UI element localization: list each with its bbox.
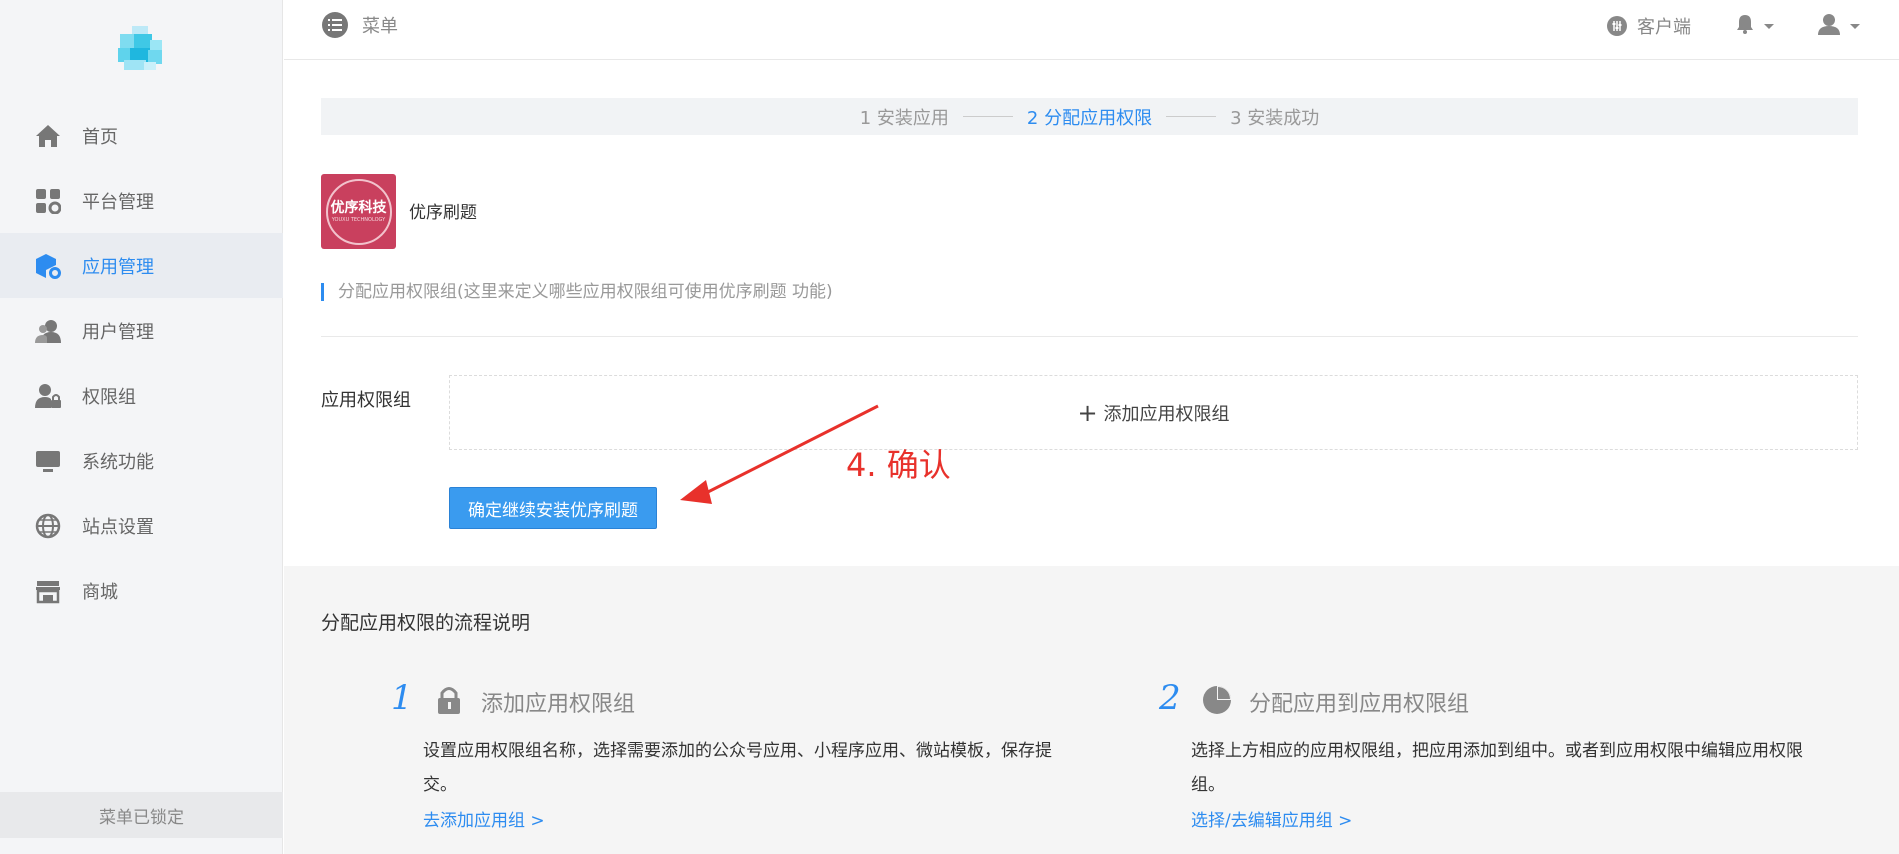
globe-icon [34, 512, 62, 540]
sidebar-item-platform[interactable]: 平台管理 [0, 168, 283, 233]
section-note: 分配应用权限组(这里来定义哪些应用权限组可使用优序刷题 功能) [321, 283, 833, 301]
sidebar-item-home[interactable]: 首页 [0, 103, 283, 168]
sidebar: 首页 平台管理 应用管理 用户管理 权限组 系统功能 站点设置 商城 菜单已锁定 [0, 0, 283, 854]
confirm-install-button[interactable]: 确定继续安装优序刷题 [449, 487, 657, 529]
bell-icon [1736, 14, 1754, 38]
flow-step-heading: 添加应用权限组 [481, 692, 636, 717]
cube-gear-icon [34, 252, 62, 280]
store-icon [34, 577, 62, 605]
list-icon [322, 12, 348, 38]
step-1: 1 安装应用 [859, 107, 949, 129]
sidebar-item-permission-groups[interactable]: 权限组 [0, 363, 283, 428]
monitor-icon [34, 447, 62, 475]
user-dropdown[interactable] [1818, 13, 1860, 39]
sidebar-item-label: 商城 [82, 581, 118, 603]
pie-chart-icon [1203, 686, 1231, 714]
app-logo-subtext: YOUXU TECHNOLOGY [331, 216, 386, 223]
app-name: 优序刷题 [409, 203, 477, 223]
permission-group-label: 应用权限组 [321, 390, 411, 411]
sidebar-item-label: 平台管理 [82, 191, 154, 213]
sidebar-item-site-settings[interactable]: 站点设置 [0, 493, 283, 558]
app-logo-ring: 优序科技 YOUXU TECHNOLOGY [325, 178, 392, 245]
annotation-label: 4. 确认 [846, 446, 951, 484]
user-avatar-icon [1818, 13, 1840, 39]
client-label: 客户端 [1637, 17, 1691, 38]
flow-step-description: 设置应用权限组名称，选择需要添加的公众号应用、小程序应用、微站模板，保存提交。 [423, 741, 1052, 795]
brand-logo[interactable] [114, 26, 174, 72]
chevron-down-icon [1850, 23, 1860, 29]
sidebar-item-system[interactable]: 系统功能 [0, 428, 283, 493]
client-link[interactable]: 客户端 [1607, 13, 1691, 39]
select-edit-group-link[interactable]: 选择/去编辑应用组 > [1191, 806, 1352, 831]
sidebar-item-apps[interactable]: 应用管理 [0, 233, 283, 298]
add-permission-group-button[interactable]: + 添加应用权限组 [449, 375, 1858, 450]
flow-step-heading: 分配应用到应用权限组 [1249, 692, 1470, 717]
add-permission-group-label: 添加应用权限组 [1103, 403, 1230, 425]
sidebar-item-label: 系统功能 [82, 451, 154, 473]
menu-label: 菜单 [362, 16, 398, 37]
step-2-current: 2 分配应用权限 [1026, 107, 1153, 129]
topbar: 菜单 客户端 [284, 0, 1899, 60]
sidebar-item-label: 首页 [82, 126, 118, 148]
flow-step-number: 1 [391, 678, 413, 718]
sidebar-nav: 首页 平台管理 应用管理 用户管理 权限组 系统功能 站点设置 商城 [0, 103, 283, 623]
divider [321, 336, 1858, 337]
menu-lock-toggle[interactable]: 菜单已锁定 [0, 792, 283, 838]
flow-step-number: 2 [1159, 678, 1181, 718]
flow-step-description: 选择上方相应的应用权限组，把应用添加到组中。或者到应用权限中编辑应用权限组。 [1191, 741, 1803, 795]
app-logo-text: 优序科技 [330, 199, 387, 216]
notifications-dropdown[interactable] [1736, 14, 1774, 38]
flow-title: 分配应用权限的流程说明 [321, 612, 531, 634]
step-divider [1166, 116, 1217, 117]
flow-section: 分配应用权限的流程说明 1 添加应用权限组 设置应用权限组名称，选择需要添加的公… [284, 566, 1899, 854]
sliders-icon [1607, 16, 1627, 36]
step-divider [962, 116, 1013, 117]
app-logo: 优序科技 YOUXU TECHNOLOGY [321, 174, 396, 249]
user-lock-icon [34, 382, 62, 410]
menu-toggle-button[interactable]: 菜单 [322, 12, 398, 38]
home-icon [34, 122, 62, 150]
sidebar-item-label: 站点设置 [82, 516, 154, 538]
install-steps: 1 安装应用 2 分配应用权限 3 安装成功 [321, 98, 1858, 135]
sidebar-item-label: 权限组 [82, 386, 136, 408]
sidebar-item-store[interactable]: 商城 [0, 558, 283, 623]
sidebar-item-users[interactable]: 用户管理 [0, 298, 283, 363]
plus-icon: + [1077, 398, 1098, 427]
step-3: 3 安装成功 [1230, 107, 1320, 129]
sidebar-item-label: 应用管理 [82, 256, 154, 278]
chevron-down-icon [1764, 23, 1774, 29]
grid-gear-icon [34, 187, 62, 215]
users-icon [34, 317, 62, 345]
go-add-group-link[interactable]: 去添加应用组 > [423, 806, 545, 831]
sidebar-item-label: 用户管理 [82, 321, 154, 343]
padlock-icon [438, 687, 460, 714]
